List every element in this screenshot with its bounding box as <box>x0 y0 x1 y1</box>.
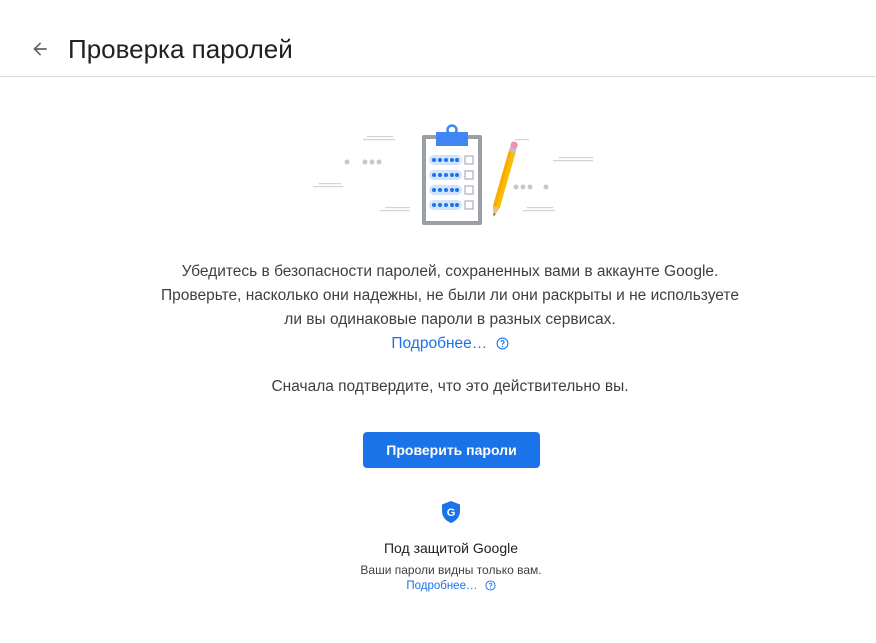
page-header: Проверка паролей <box>0 0 876 77</box>
help-circle-icon[interactable] <box>496 337 509 350</box>
check-passwords-button[interactable]: Проверить пароли <box>363 432 540 468</box>
confirm-identity-text: Сначала подтвердите, что это действитель… <box>271 378 629 395</box>
protection-learn-more-link[interactable]: Подробнее… <box>406 580 477 592</box>
protected-subtitle: Ваши пароли видны только вам. <box>360 563 542 577</box>
learn-more-link[interactable]: Подробнее… <box>391 335 487 352</box>
back-button[interactable] <box>26 35 54 63</box>
arrow-back-icon <box>33 42 47 56</box>
password-checkup-illustration <box>313 124 593 225</box>
help-circle-icon[interactable] <box>485 580 496 592</box>
page-title: Проверка паролей <box>68 34 293 64</box>
google-shield-icon: G <box>442 501 460 523</box>
shield-letter: G <box>447 507 456 519</box>
protected-by-google-title: Под защитой Google <box>383 540 519 556</box>
intro-text: Убедитесь в безопасности паролей, сохран… <box>161 263 739 328</box>
intro-block: Убедитесь в безопасности паролей, сохран… <box>160 260 740 356</box>
